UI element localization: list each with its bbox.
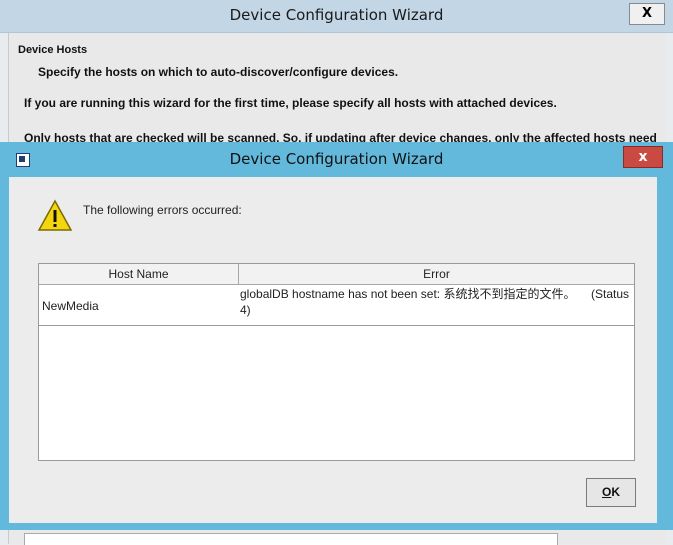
host-name-cell: NewMedia (42, 299, 99, 313)
instructions-line-1: If you are running this wizard for the f… (24, 96, 557, 110)
ok-button[interactable]: OK (586, 478, 636, 507)
column-header-error[interactable]: Error (239, 264, 634, 284)
dialog-title-bar: Device Configuration Wizard x (0, 142, 673, 176)
device-hosts-subheading: Specify the hosts on which to auto-disco… (38, 65, 399, 79)
error-status-code: 4) (240, 303, 251, 317)
errors-table: Host Name Error NewMedia globalDB hostna… (38, 263, 635, 461)
column-header-host-name[interactable]: Host Name (39, 264, 239, 284)
error-message: The following errors occurred: (83, 203, 242, 217)
device-hosts-heading: Device Hosts (18, 44, 88, 56)
warning-icon (37, 199, 73, 231)
outer-window-title: Device Configuration Wizard (229, 6, 444, 24)
outer-title-bar: Device Configuration Wizard X (0, 0, 673, 33)
dialog-title: Device Configuration Wizard (229, 150, 444, 168)
outer-bottom-field (24, 533, 558, 545)
dialog-close-button[interactable]: x (623, 146, 663, 168)
error-cell: globalDB hostname has not been set: 系统找不… (240, 286, 632, 318)
ok-mnemonic: O (601, 485, 612, 499)
table-row[interactable]: NewMedia globalDB hostname has not been … (39, 285, 634, 326)
error-status-label: (Status (590, 287, 629, 301)
outer-close-button[interactable]: X (629, 3, 665, 25)
error-text: globalDB hostname has not been set: 系统找不… (240, 287, 576, 301)
ok-label-rest: K (611, 485, 620, 499)
error-dialog: Device Configuration Wizard x The follow… (0, 142, 673, 530)
table-header: Host Name Error (39, 264, 634, 285)
dialog-content: The following errors occurred: Host Name… (9, 177, 657, 523)
